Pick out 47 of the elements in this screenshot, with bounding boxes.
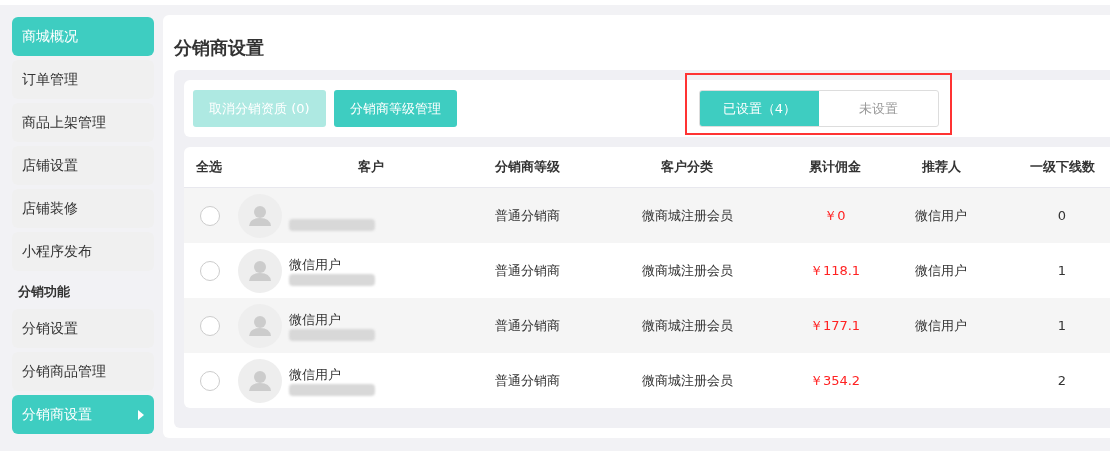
table-cell-text: ￥0 bbox=[823, 206, 847, 225]
avatar-icon bbox=[238, 358, 282, 403]
sidebar-item[interactable]: 店铺设置 bbox=[12, 146, 154, 185]
column-header: 推荐人 bbox=[920, 158, 962, 176]
customer-name: 微信用户 bbox=[289, 255, 342, 272]
sidebar-item[interactable]: 店铺装修 bbox=[12, 189, 154, 228]
table-cell-text: 微信用户 bbox=[914, 316, 968, 335]
column-header: 客户 bbox=[357, 158, 385, 176]
table-cell-text: ￥354.2 bbox=[808, 371, 862, 390]
avatar-icon bbox=[238, 193, 282, 238]
row-radio[interactable] bbox=[200, 260, 220, 281]
table-cell-text: 0 bbox=[1056, 208, 1068, 223]
row-radio[interactable] bbox=[200, 205, 220, 226]
column-header: 分销商等级 bbox=[493, 158, 561, 176]
sidebar-item[interactable]: 订单管理 bbox=[12, 60, 154, 99]
sidebar-item[interactable]: 分销商品管理 bbox=[12, 352, 154, 391]
table-cell-text: 微信用户 bbox=[914, 261, 968, 280]
sidebar-item[interactable]: 商品上架管理 bbox=[12, 103, 154, 142]
avatar-icon bbox=[238, 248, 282, 293]
avatar-icon bbox=[238, 303, 282, 348]
column-header: 累计佣金 bbox=[808, 158, 862, 176]
table-cell-text: 普通分销商 bbox=[493, 371, 561, 390]
row-radio[interactable] bbox=[200, 370, 220, 391]
sidebar-item[interactable]: 小程序发布 bbox=[12, 232, 154, 271]
row-radio[interactable] bbox=[200, 315, 220, 336]
table-cell-text: 微商城注册会员 bbox=[640, 316, 734, 335]
table-cell-text: 普通分销商 bbox=[493, 206, 561, 225]
table-cell-text: 1 bbox=[1056, 318, 1068, 333]
column-header: 全选 bbox=[195, 158, 223, 176]
table-cell-text: 1 bbox=[1056, 263, 1068, 278]
table-cell-text: 普通分销商 bbox=[493, 261, 561, 280]
table-cell-text: 微商城注册会员 bbox=[640, 371, 734, 390]
sidebar-item[interactable]: 分销设置 bbox=[12, 309, 154, 348]
table-cell-text: 普通分销商 bbox=[493, 316, 561, 335]
table-cell-text: 2 bbox=[1056, 373, 1068, 388]
customer-name: 微信用户 bbox=[289, 310, 342, 327]
column-header: 一级下线数 bbox=[1028, 158, 1096, 176]
caret-icon bbox=[138, 409, 144, 420]
column-header: 客户分类 bbox=[660, 158, 714, 176]
table-cell-text: 微商城注册会员 bbox=[640, 261, 734, 280]
customer-name: 微信用户 bbox=[289, 365, 342, 382]
table-cell-text: 微商城注册会员 bbox=[640, 206, 734, 225]
sidebar-section-label: 分销功能 bbox=[17, 283, 71, 301]
table-cell-text: ￥118.1 bbox=[808, 261, 862, 280]
table-cell-text: 微信用户 bbox=[914, 206, 968, 225]
page-title: 分销商设置 bbox=[174, 35, 265, 60]
table-cell-text: ￥177.1 bbox=[808, 316, 862, 335]
